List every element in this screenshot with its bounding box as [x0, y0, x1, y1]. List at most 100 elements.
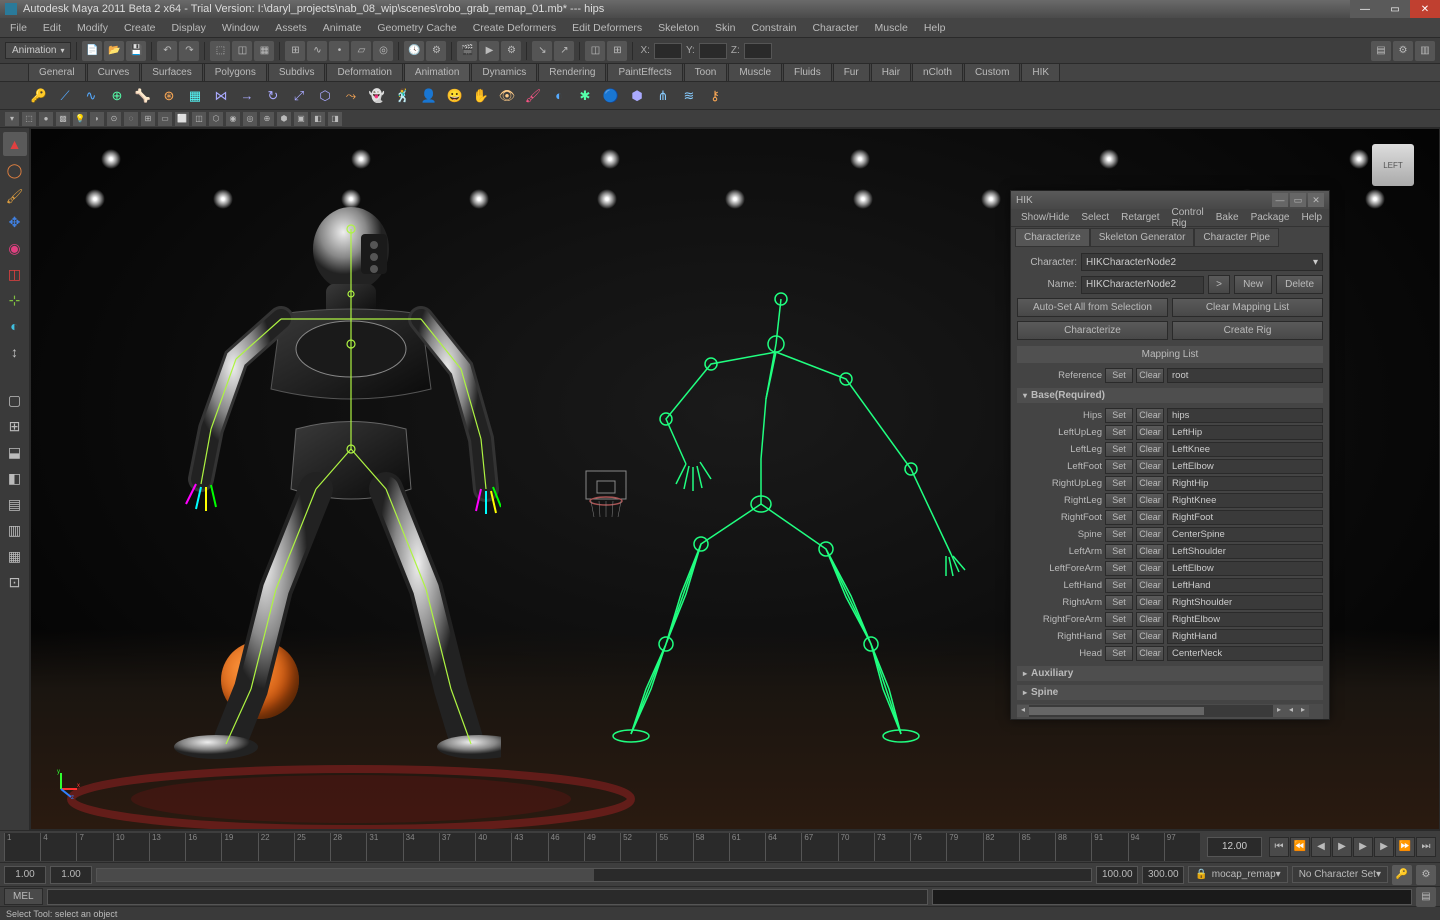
- map-set-button[interactable]: Set: [1105, 476, 1133, 491]
- hik-menu-bake[interactable]: Bake: [1210, 210, 1245, 225]
- map-clear-button[interactable]: Clear: [1136, 561, 1164, 576]
- show-manip-icon[interactable]: ↕: [3, 340, 27, 364]
- hik-minimize-icon[interactable]: —: [1272, 193, 1288, 207]
- single-pane-icon[interactable]: ▢: [3, 388, 27, 412]
- lights-icon[interactable]: 💡: [73, 112, 87, 126]
- map-set-button[interactable]: Set: [1105, 408, 1133, 423]
- map-clear-button[interactable]: Clear: [1136, 476, 1164, 491]
- redo-icon[interactable]: ↷: [179, 41, 199, 61]
- map-set-button[interactable]: Set: [1105, 612, 1133, 627]
- menu-file[interactable]: File: [2, 19, 35, 37]
- map-set-button[interactable]: Set: [1105, 493, 1133, 508]
- go-to-end-button[interactable]: ⏭: [1416, 837, 1436, 857]
- hand-icon[interactable]: ✋: [470, 85, 492, 107]
- shelf-tab-surfaces[interactable]: Surfaces: [141, 63, 202, 81]
- shelf-tab-hik[interactable]: HIK: [1021, 63, 1060, 81]
- map-value-field[interactable]: RightHand: [1167, 629, 1323, 644]
- map-clear-button[interactable]: Clear: [1136, 646, 1164, 661]
- character-set-dropdown[interactable]: No Character Set▾: [1292, 866, 1388, 883]
- mel-input[interactable]: [47, 889, 928, 905]
- mode-dropdown[interactable]: Animation: [5, 42, 71, 59]
- lasso-tool-icon[interactable]: ◯: [3, 158, 27, 182]
- step-forward-key-button[interactable]: ⏩: [1395, 837, 1415, 857]
- shelf-tab-general[interactable]: General: [28, 63, 86, 81]
- panel-menu-icon[interactable]: ▾: [5, 112, 19, 126]
- menu-skeleton[interactable]: Skeleton: [650, 19, 707, 37]
- prefs-icon[interactable]: ⚙: [1416, 865, 1436, 885]
- shelf-tab-deformation[interactable]: Deformation: [326, 63, 402, 81]
- menu-skin[interactable]: Skin: [707, 19, 743, 37]
- map-set-button[interactable]: Set: [1105, 578, 1133, 593]
- lattice-icon[interactable]: ▦: [184, 85, 206, 107]
- shaded-icon[interactable]: ●: [39, 112, 53, 126]
- isolate-icon[interactable]: ⊙: [107, 112, 121, 126]
- inputs-icon[interactable]: ↘: [532, 41, 552, 61]
- map-set-button[interactable]: Set: [1105, 629, 1133, 644]
- aux-section-header[interactable]: Auxiliary: [1017, 666, 1323, 681]
- select-tool-icon[interactable]: ▲: [3, 132, 27, 156]
- map-set-button[interactable]: Set: [1105, 442, 1133, 457]
- constraint-aim-icon[interactable]: →: [236, 85, 258, 107]
- menu-edit-deformers[interactable]: Edit Deformers: [564, 19, 650, 37]
- outliner-persp-icon[interactable]: ▤: [3, 492, 27, 516]
- range-slider[interactable]: [96, 868, 1092, 882]
- hik-h-scrollbar[interactable]: ◂▸◂▸: [1017, 705, 1309, 717]
- delete-button[interactable]: Delete: [1276, 275, 1323, 294]
- hypershade-persp-icon[interactable]: ▦: [3, 544, 27, 568]
- character-dropdown[interactable]: HIKCharacterNode2▾: [1081, 253, 1323, 271]
- minimize-button[interactable]: —: [1350, 0, 1380, 18]
- shadows-icon[interactable]: ◗: [90, 112, 104, 126]
- spine-section-header[interactable]: Spine: [1017, 685, 1323, 700]
- tool-settings-icon[interactable]: ⚙: [1393, 41, 1413, 61]
- new-scene-icon[interactable]: 📄: [82, 41, 102, 61]
- grid-icon[interactable]: ⊞: [141, 112, 155, 126]
- auto-key-icon[interactable]: 🔑: [1392, 865, 1412, 885]
- playback-end-field[interactable]: 100.00: [1096, 866, 1138, 884]
- wireframe-icon[interactable]: ⬚: [22, 112, 36, 126]
- map-value-field[interactable]: LeftHand: [1167, 578, 1323, 593]
- two-pane-h-icon[interactable]: ⬓: [3, 440, 27, 464]
- ipr-render-icon[interactable]: ▶: [479, 41, 499, 61]
- ik-spline-icon[interactable]: ∿: [80, 85, 102, 107]
- map-clear-button[interactable]: Clear: [1136, 595, 1164, 610]
- p20-icon[interactable]: ◨: [328, 112, 342, 126]
- resolution-gate-icon[interactable]: ⬜: [175, 112, 189, 126]
- menu-display[interactable]: Display: [163, 19, 213, 37]
- constraint-point-icon[interactable]: ⋈: [210, 85, 232, 107]
- map-value-field[interactable]: LeftElbow: [1167, 561, 1323, 576]
- attr-editor-icon[interactable]: ▤: [1371, 41, 1391, 61]
- ik-handle-icon[interactable]: ⟋: [54, 85, 76, 107]
- p19-icon[interactable]: ◧: [311, 112, 325, 126]
- name-field[interactable]: HIKCharacterNode2: [1081, 276, 1204, 294]
- shelf-tab-rendering[interactable]: Rendering: [538, 63, 606, 81]
- save-scene-icon[interactable]: 💾: [126, 41, 146, 61]
- channel-box-icon[interactable]: ▥: [1415, 41, 1435, 61]
- wrap-icon[interactable]: ⬢: [626, 85, 648, 107]
- shelf-tab-polygons[interactable]: Polygons: [204, 63, 267, 81]
- hik-menu-package[interactable]: Package: [1245, 210, 1296, 225]
- step-back-key-button[interactable]: ⏪: [1290, 837, 1310, 857]
- set-key-icon[interactable]: 🔑: [28, 85, 50, 107]
- hik-tab-characterize[interactable]: Characterize: [1015, 228, 1090, 247]
- go-to-start-button[interactable]: ⏮: [1269, 837, 1289, 857]
- map-value-field[interactable]: RightKnee: [1167, 493, 1323, 508]
- universal-manip-icon[interactable]: ⊹: [3, 288, 27, 312]
- constraint-parent-icon[interactable]: ⬡: [314, 85, 336, 107]
- bodypart-icon[interactable]: 👤: [418, 85, 440, 107]
- path-anim-icon[interactable]: ⤳: [340, 85, 362, 107]
- p16-icon[interactable]: ⊕: [260, 112, 274, 126]
- xray-icon[interactable]: ◌: [124, 112, 138, 126]
- shelf-tab-animation[interactable]: Animation: [404, 63, 470, 81]
- shelf-tab-muscle[interactable]: Muscle: [728, 63, 782, 81]
- map-set-button[interactable]: Set: [1105, 646, 1133, 661]
- go-button[interactable]: >: [1208, 275, 1230, 294]
- open-scene-icon[interactable]: 📂: [104, 41, 124, 61]
- map-value-field[interactable]: LeftShoulder: [1167, 544, 1323, 559]
- p13-icon[interactable]: ⬡: [209, 112, 223, 126]
- clear-mapping-button[interactable]: Clear Mapping List: [1172, 298, 1323, 317]
- shelf-tab-fur[interactable]: Fur: [833, 63, 870, 81]
- hik-menu-show-hide[interactable]: Show/Hide: [1015, 210, 1075, 225]
- shelf-tab-ncloth[interactable]: nCloth: [912, 63, 963, 81]
- map-clear-button[interactable]: Clear: [1136, 459, 1164, 474]
- skeleton-icon[interactable]: 🦴: [132, 85, 154, 107]
